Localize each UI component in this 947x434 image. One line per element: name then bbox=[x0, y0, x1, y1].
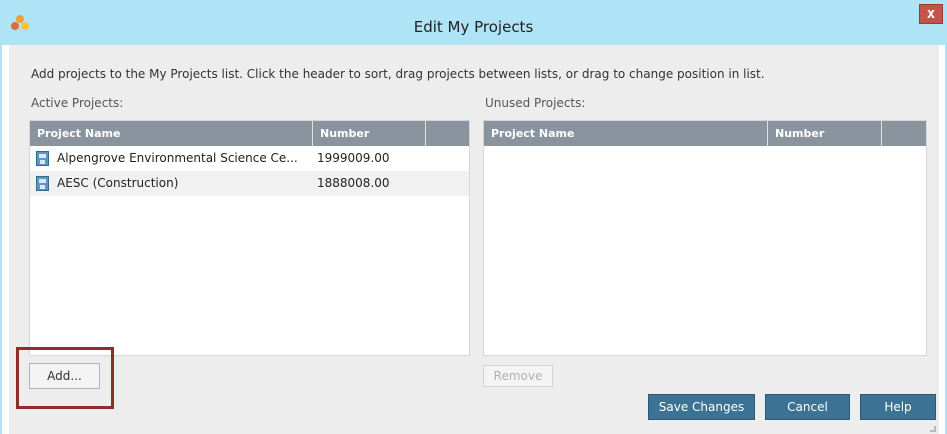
project-number-cell: 1888008.00 bbox=[317, 176, 390, 190]
title-bar[interactable]: Edit My Projects x bbox=[0, 0, 947, 45]
cancel-button[interactable]: Cancel bbox=[765, 394, 850, 420]
save-changes-button[interactable]: Save Changes bbox=[648, 394, 755, 420]
table-row[interactable]: AESC (Construction) 1888008.00 bbox=[30, 171, 469, 196]
project-icon bbox=[36, 151, 49, 166]
dialog-body: Add projects to the My Projects list. Cl… bbox=[9, 45, 939, 434]
grid-header: Project Name Number bbox=[484, 121, 926, 146]
remove-button[interactable]: Remove bbox=[483, 365, 553, 387]
window-title: Edit My Projects bbox=[413, 18, 534, 36]
resize-grip-icon[interactable] bbox=[930, 426, 936, 432]
grid-header: Project Name Number bbox=[30, 121, 469, 146]
column-header-extra[interactable] bbox=[426, 121, 469, 146]
active-projects-label: Active Projects: bbox=[31, 96, 124, 110]
column-header-project-name[interactable]: Project Name bbox=[30, 121, 313, 146]
window-frame-left bbox=[0, 45, 2, 434]
close-button[interactable]: x bbox=[919, 4, 943, 24]
active-projects-grid[interactable]: Project Name Number Alpengrove Environme… bbox=[29, 120, 470, 356]
column-header-number[interactable]: Number bbox=[768, 121, 882, 146]
column-header-extra[interactable] bbox=[882, 121, 926, 146]
unused-projects-grid[interactable]: Project Name Number bbox=[483, 120, 927, 356]
highlight-box bbox=[16, 347, 114, 409]
table-row[interactable]: Alpengrove Environmental Science Ce... 1… bbox=[30, 146, 469, 171]
project-name-cell: Alpengrove Environmental Science Ce... bbox=[57, 151, 298, 165]
unused-projects-label: Unused Projects: bbox=[485, 96, 586, 110]
project-name-cell: AESC (Construction) bbox=[57, 176, 179, 190]
help-button[interactable]: Help bbox=[860, 394, 936, 420]
project-number-cell: 1999009.00 bbox=[317, 151, 390, 165]
column-header-number[interactable]: Number bbox=[313, 121, 426, 146]
instructions-text: Add projects to the My Projects list. Cl… bbox=[31, 67, 765, 81]
column-header-project-name[interactable]: Project Name bbox=[484, 121, 768, 146]
project-icon bbox=[36, 176, 49, 191]
